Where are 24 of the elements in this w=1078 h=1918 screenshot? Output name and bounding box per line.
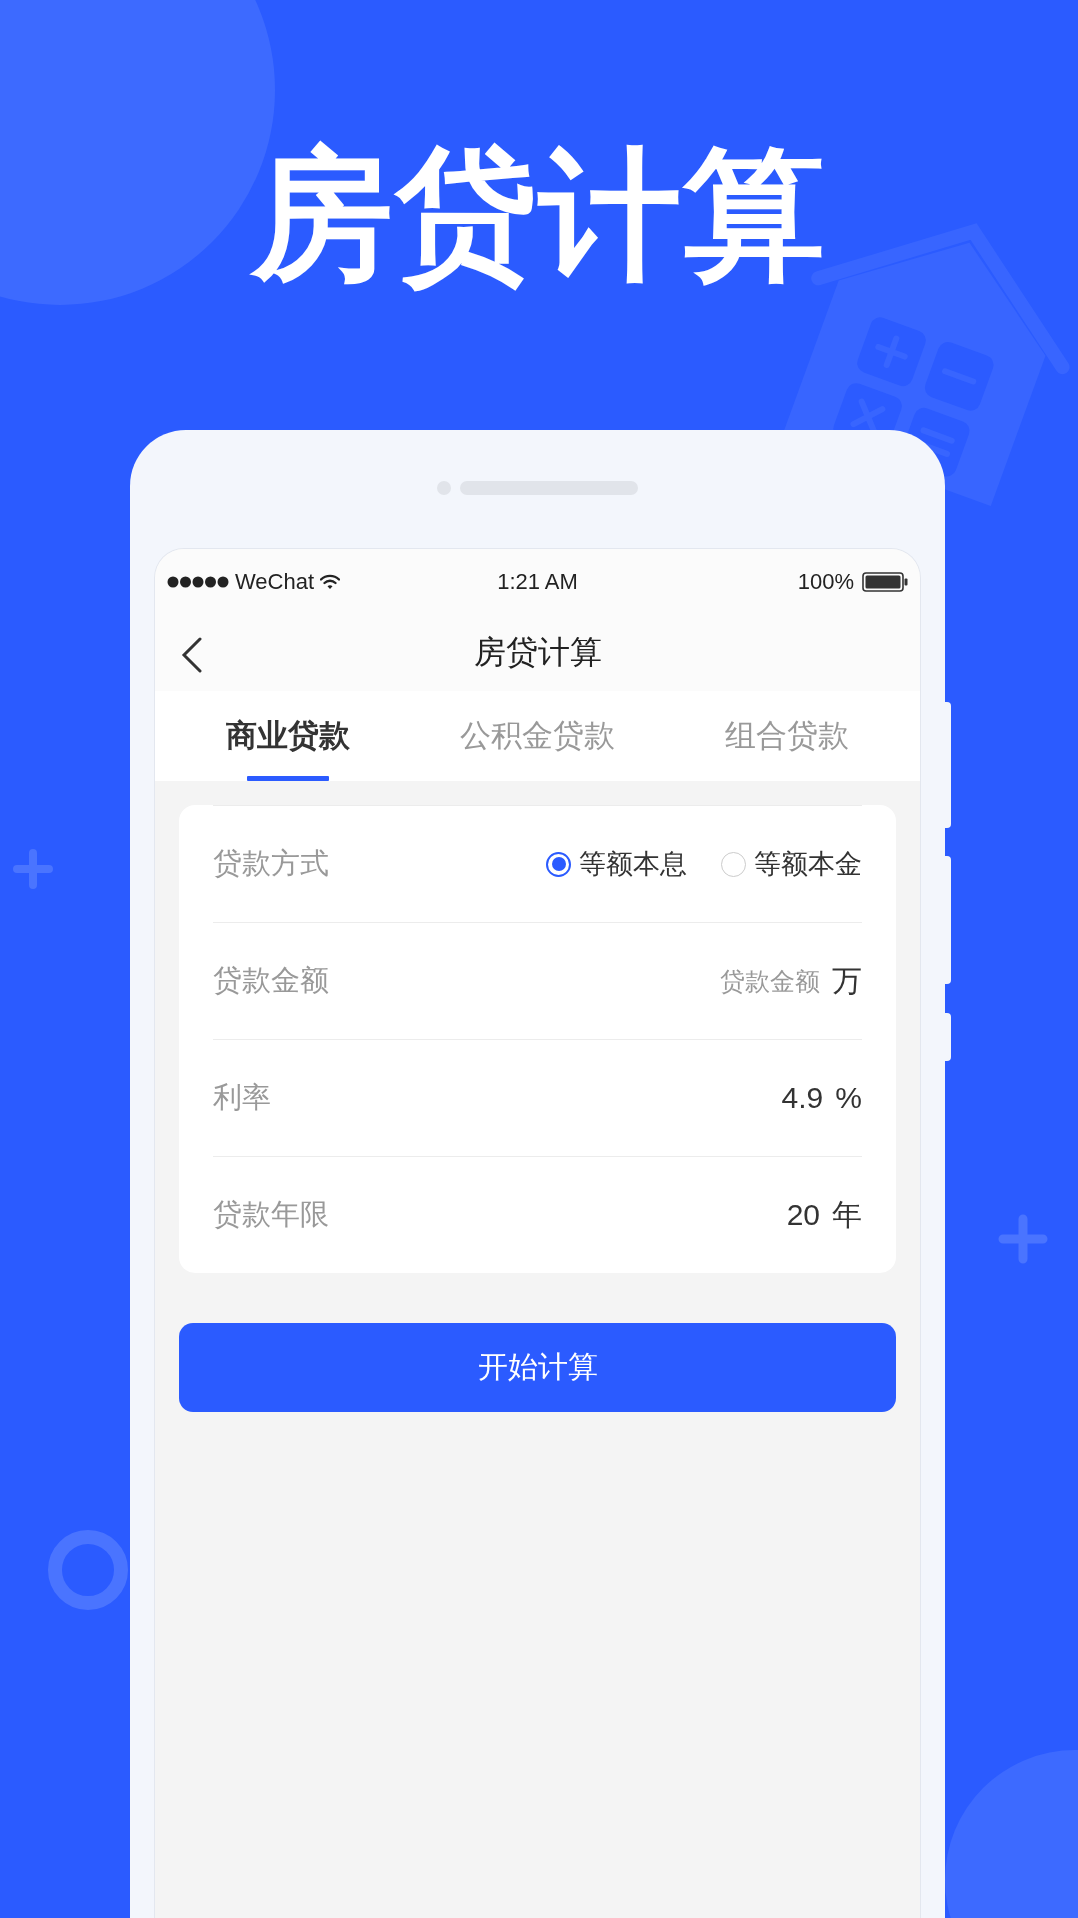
battery-percent: 100%: [797, 569, 854, 595]
carrier-name: WeChat: [235, 569, 315, 595]
unit-label: 年: [832, 1196, 862, 1233]
page-title: 房贷计算: [473, 633, 602, 672]
wifi-icon: [320, 574, 341, 590]
plus-icon: [13, 849, 53, 889]
field-label: 贷款年限: [213, 1197, 329, 1232]
field-label: 贷款金额: [213, 963, 329, 998]
radio-option[interactable]: 等额本金: [721, 846, 862, 882]
field-value: 4.9: [781, 1081, 824, 1115]
status-time: 1:21 AM: [497, 569, 578, 594]
tab[interactable]: 商业贷款: [221, 709, 354, 763]
battery-icon: [862, 572, 908, 592]
unit-label: %: [835, 1081, 862, 1115]
unit-label: 万: [832, 962, 862, 999]
signal-icon: [167, 576, 229, 588]
headline: 房贷计算: [248, 133, 828, 296]
amount-input[interactable]: 贷款金额: [690, 966, 820, 996]
plus-icon: [998, 1214, 1048, 1264]
field-label: 利率: [213, 1080, 271, 1115]
field-label: 贷款方式: [213, 846, 329, 881]
calculate-button[interactable]: 开始计算: [179, 1323, 896, 1412]
radio-option[interactable]: 等额本息: [546, 846, 687, 882]
field-value: 20: [786, 1198, 820, 1232]
